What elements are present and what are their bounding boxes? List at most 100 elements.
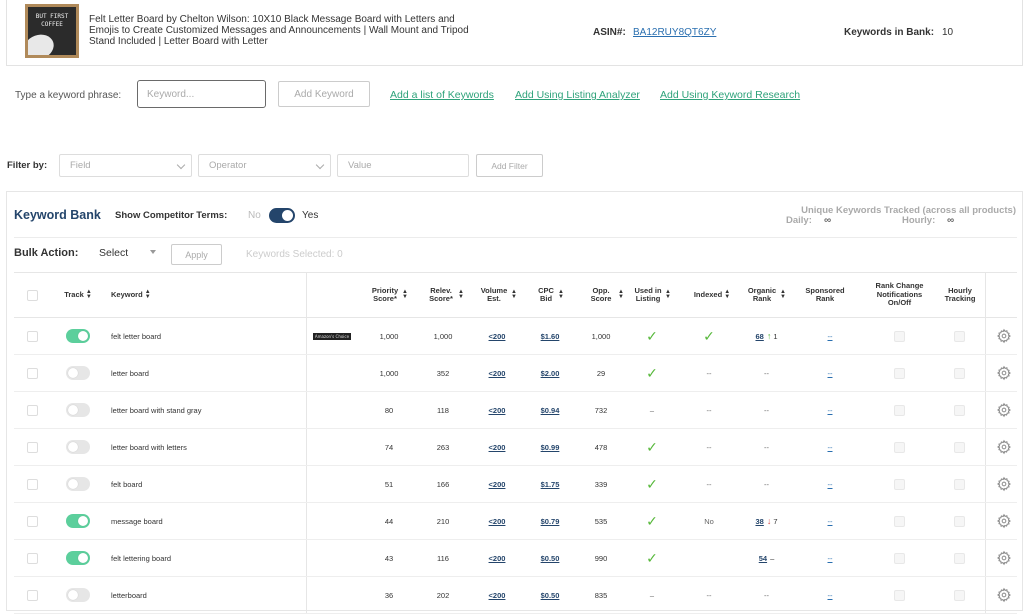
hourly-tracking-checkbox[interactable]: [953, 330, 965, 342]
bulk-action-select[interactable]: Select: [99, 247, 128, 259]
volume-estimate-link[interactable]: <200: [489, 591, 506, 600]
row-settings-button[interactable]: [989, 429, 1019, 465]
row-checkbox[interactable]: [26, 330, 38, 342]
priority-score: 74: [384, 442, 394, 452]
add-filter-button[interactable]: Add Filter: [476, 154, 543, 177]
rank-change-checkbox[interactable]: [893, 515, 905, 527]
track-toggle[interactable]: [66, 366, 90, 380]
column-organic-rank[interactable]: Organic Rank ▲ ▼: [741, 273, 791, 317]
column-priority-score[interactable]: Priority Score* ▲ ▼: [364, 273, 414, 317]
row-settings-button[interactable]: [989, 392, 1019, 428]
sponsored-rank-link[interactable]: --: [828, 369, 833, 378]
track-toggle[interactable]: [66, 551, 90, 565]
row-settings-button[interactable]: [989, 540, 1019, 576]
indexed-cell: --: [706, 368, 712, 378]
row-checkbox[interactable]: [26, 552, 38, 564]
hourly-tracking-checkbox[interactable]: [953, 552, 965, 564]
column-cpc-bid[interactable]: CPC Bid ▲ ▼: [530, 273, 570, 317]
hourly-tracking-checkbox[interactable]: [953, 589, 965, 601]
organic-rank-link[interactable]: 54: [759, 554, 767, 563]
volume-estimate-link[interactable]: <200: [489, 332, 506, 341]
hourly-tracking-checkbox[interactable]: [953, 367, 965, 379]
row-checkbox[interactable]: [26, 478, 38, 490]
rank-change-checkbox[interactable]: [893, 589, 905, 601]
hourly-tracking-checkbox[interactable]: [953, 515, 965, 527]
cpc-bid-link[interactable]: $0.94: [541, 406, 560, 415]
add-using-listing-analyzer-link[interactable]: Add Using Listing Analyzer: [515, 89, 640, 101]
sponsored-rank-link[interactable]: --: [828, 332, 833, 341]
asin-link[interactable]: BA12RUY8QT6ZY: [633, 27, 716, 38]
column-used-in-listing[interactable]: Used in Listing ▲ ▼: [627, 273, 677, 317]
row-checkbox[interactable]: [26, 515, 38, 527]
volume-estimate-link[interactable]: <200: [489, 554, 506, 563]
track-toggle[interactable]: [66, 403, 90, 417]
track-toggle[interactable]: [66, 440, 90, 454]
add-keyword-button[interactable]: Add Keyword: [278, 81, 370, 107]
organic-rank-link[interactable]: 38: [755, 517, 763, 526]
cpc-bid-link[interactable]: $2.00: [541, 369, 560, 378]
filter-value-input[interactable]: [337, 154, 469, 177]
rank-change-checkbox[interactable]: [893, 478, 905, 490]
row-settings-button[interactable]: [989, 466, 1019, 502]
sponsored-rank-link[interactable]: --: [828, 517, 833, 526]
hourly-tracking-checkbox[interactable]: [953, 404, 965, 416]
column-track[interactable]: Track ▲ ▼: [50, 273, 106, 317]
organic-rank: --: [764, 442, 769, 452]
competitor-terms-toggle[interactable]: [269, 208, 295, 223]
row-settings-button[interactable]: [989, 503, 1019, 539]
add-list-of-keywords-link[interactable]: Add a list of Keywords: [390, 89, 494, 101]
cpc-bid-link[interactable]: $0.79: [541, 517, 560, 526]
rank-change-checkbox[interactable]: [893, 441, 905, 453]
sponsored-rank-link[interactable]: --: [828, 591, 833, 600]
column-relevance-score[interactable]: Relev. Score* ▲ ▼: [420, 273, 470, 317]
indexed-cell: ✓: [684, 318, 734, 354]
track-toggle[interactable]: [66, 477, 90, 491]
add-using-keyword-research-link[interactable]: Add Using Keyword Research: [660, 89, 800, 101]
cpc-bid-link[interactable]: $0.99: [541, 443, 560, 452]
row-checkbox[interactable]: [26, 441, 38, 453]
cpc-bid-link[interactable]: $0.50: [541, 554, 560, 563]
cpc-bid-link[interactable]: $1.60: [541, 332, 560, 341]
column-opp-score[interactable]: Opp. Score ▲ ▼: [580, 273, 630, 317]
hourly-tracking-checkbox[interactable]: [953, 478, 965, 490]
row-settings-button[interactable]: [989, 355, 1019, 391]
track-toggle[interactable]: [66, 514, 90, 528]
caret-down-icon[interactable]: [150, 250, 156, 254]
cpc-bid-link[interactable]: $0.50: [541, 591, 560, 600]
column-indexed[interactable]: Indexed ▲ ▼: [682, 273, 742, 317]
keyword-text: letterboard: [111, 590, 147, 600]
row-settings-button[interactable]: [989, 318, 1019, 354]
sponsored-rank-link[interactable]: --: [828, 554, 833, 563]
rank-change-checkbox[interactable]: [893, 552, 905, 564]
track-toggle[interactable]: [66, 588, 90, 602]
sponsored-rank-link[interactable]: --: [828, 480, 833, 489]
rank-change-checkbox[interactable]: [893, 367, 905, 379]
filter-field-select[interactable]: Field: [59, 154, 192, 177]
filter-operator-select[interactable]: Operator: [198, 154, 331, 177]
volume-estimate-link[interactable]: <200: [489, 443, 506, 452]
rank-change-checkbox[interactable]: [893, 404, 905, 416]
track-toggle[interactable]: [66, 329, 90, 343]
row-checkbox[interactable]: [26, 367, 38, 379]
sponsored-rank-link[interactable]: --: [828, 406, 833, 415]
volume-estimate-link[interactable]: <200: [489, 406, 506, 415]
column-keyword[interactable]: Keyword ▲ ▼: [106, 273, 166, 317]
volume-estimate-link[interactable]: <200: [489, 480, 506, 489]
volume-estimate-link[interactable]: <200: [489, 517, 506, 526]
cpc-bid-link[interactable]: $1.75: [541, 480, 560, 489]
row-settings-button[interactable]: [989, 577, 1019, 613]
rank-change-checkbox[interactable]: [893, 330, 905, 342]
row-checkbox[interactable]: [26, 404, 38, 416]
filter-by-label: Filter by:: [7, 160, 48, 171]
column-volume-est[interactable]: Volume Est. ▲ ▼: [473, 273, 523, 317]
select-all-checkbox[interactable]: [26, 289, 38, 301]
keyword-input[interactable]: [137, 80, 266, 108]
hourly-value: ∞: [947, 215, 955, 226]
relevance-score: 116: [437, 553, 449, 563]
organic-rank-link[interactable]: 68: [755, 332, 763, 341]
row-checkbox[interactable]: [26, 589, 38, 601]
hourly-tracking-checkbox[interactable]: [953, 441, 965, 453]
sponsored-rank-link[interactable]: --: [828, 443, 833, 452]
apply-button[interactable]: Apply: [171, 244, 222, 265]
volume-estimate-link[interactable]: <200: [489, 369, 506, 378]
